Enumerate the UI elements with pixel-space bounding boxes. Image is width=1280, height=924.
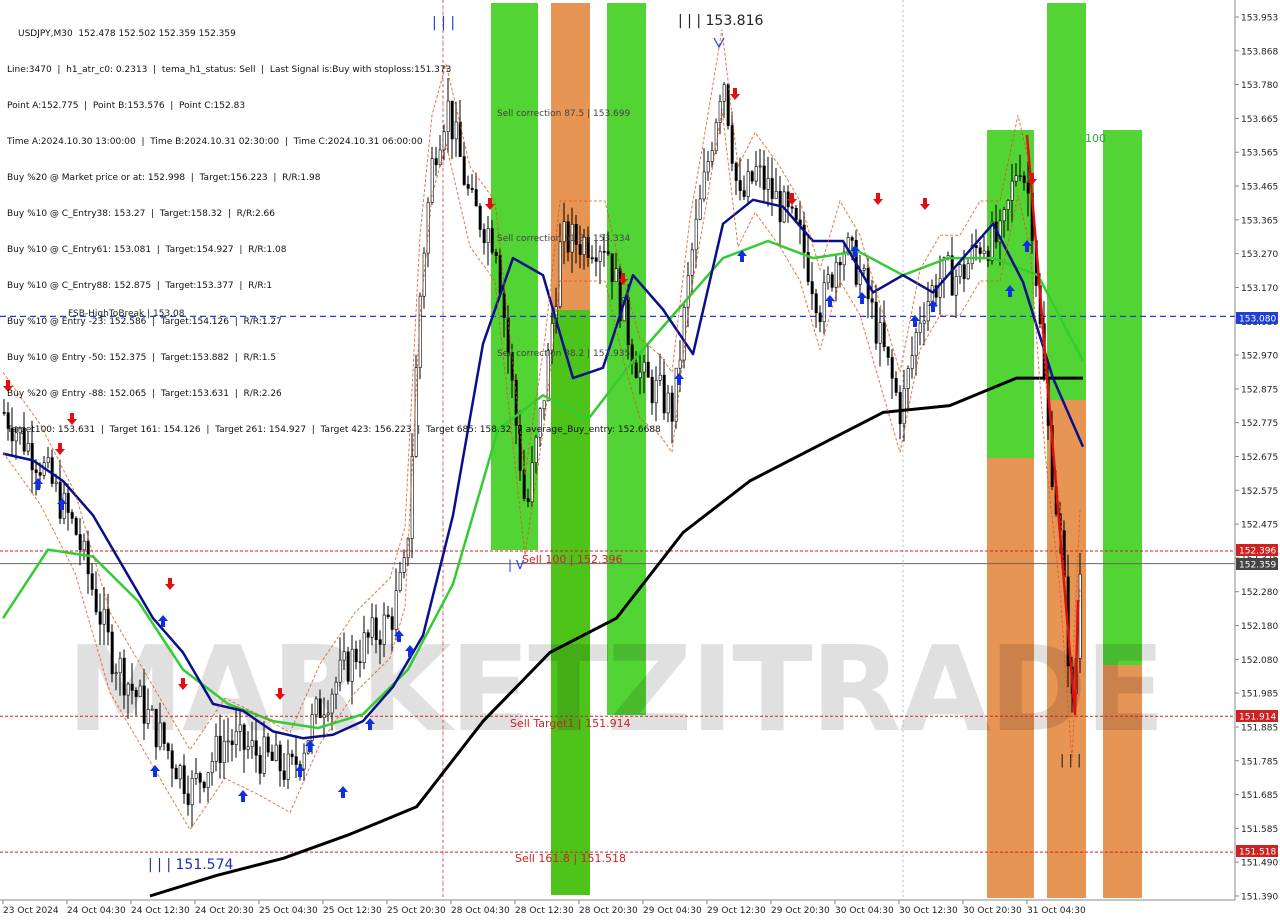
y-tick-label: 151.585 bbox=[1241, 825, 1278, 835]
price-badge: 153.080 bbox=[1236, 312, 1278, 325]
x-tick-label: 24 Oct 12:30 bbox=[131, 906, 190, 916]
signal-zone bbox=[1103, 130, 1142, 665]
y-tick-label: 151.985 bbox=[1241, 690, 1278, 700]
x-tick-label: 29 Oct 04:30 bbox=[643, 906, 702, 916]
chart-annotation: Sell correction 87.5 | 153.699 bbox=[497, 109, 630, 119]
chart-container: MARKETZITRADE FSB-HighToBreak | 153.08 Se… bbox=[0, 0, 1280, 920]
x-tick-label: 28 Oct 20:30 bbox=[579, 906, 638, 916]
chart-annotation: FSB-HighToBreak | 153.08 bbox=[68, 309, 185, 319]
y-tick-label: 152.875 bbox=[1241, 385, 1278, 395]
candle bbox=[682, 302, 686, 369]
watermark-text: MARKETZITRADE bbox=[67, 620, 1164, 758]
y-tick-label: 151.785 bbox=[1241, 757, 1278, 767]
price-badge-label: 151.518 bbox=[1239, 848, 1276, 858]
chart-annotation: Sell 100 | 152.396 bbox=[522, 553, 623, 566]
signal-zone bbox=[1047, 3, 1086, 400]
y-tick-label: 152.575 bbox=[1241, 487, 1278, 497]
x-tick-label: 25 Oct 04:30 bbox=[259, 906, 318, 916]
y-tick-label: 151.885 bbox=[1241, 723, 1278, 733]
chart-annotation: | V bbox=[508, 558, 525, 572]
y-tick-label: 153.665 bbox=[1241, 115, 1278, 125]
y-tick-label: 152.080 bbox=[1241, 656, 1278, 666]
candle bbox=[74, 516, 78, 536]
y-tick-label: 152.180 bbox=[1241, 622, 1278, 632]
price-badge: 151.518 bbox=[1236, 845, 1278, 858]
signal-zone bbox=[551, 310, 590, 895]
price-badge: 152.396 bbox=[1236, 544, 1278, 557]
candle bbox=[346, 646, 350, 685]
x-tick-label: 23 Oct 2024 bbox=[3, 906, 59, 916]
x-tick-label: 31 Oct 04:30 bbox=[1027, 906, 1086, 916]
chart-annotation: | | | 153.816 bbox=[678, 13, 763, 29]
x-tick-label: 28 Oct 12:30 bbox=[515, 906, 574, 916]
price-badge-label: 152.396 bbox=[1239, 547, 1276, 557]
candle bbox=[110, 624, 114, 683]
price-badge-label: 152.359 bbox=[1239, 561, 1276, 571]
x-tick-label: 30 Oct 04:30 bbox=[835, 906, 894, 916]
x-tick-label: 25 Oct 20:30 bbox=[387, 906, 446, 916]
y-tick-label: 152.475 bbox=[1241, 521, 1278, 531]
y-tick-label: 153.953 bbox=[1241, 14, 1278, 24]
chart-annotation: Sell Target1 | 151.914 bbox=[510, 717, 631, 730]
y-tick-label: 153.270 bbox=[1241, 250, 1278, 260]
y-tick-label: 153.565 bbox=[1241, 149, 1278, 159]
y-tick-label: 153.780 bbox=[1241, 81, 1278, 91]
y-tick-label: 153.365 bbox=[1241, 216, 1278, 226]
chart-annotation: | | | 151.574 bbox=[148, 857, 233, 873]
y-tick-label: 152.970 bbox=[1241, 352, 1278, 362]
x-tick-label: 29 Oct 12:30 bbox=[707, 906, 766, 916]
price-badge-label: 153.080 bbox=[1239, 315, 1276, 325]
y-tick-label: 153.465 bbox=[1241, 183, 1278, 193]
price-badge: 152.359 bbox=[1236, 558, 1278, 571]
y-tick-label: 152.675 bbox=[1241, 453, 1278, 463]
x-tick-label: 30 Oct 20:30 bbox=[963, 906, 1022, 916]
price-badge-label: 151.914 bbox=[1239, 713, 1276, 723]
chart-annotation: Sell correction 61.8 | 153.334 bbox=[497, 234, 630, 244]
x-tick-label: 24 Oct 04:30 bbox=[67, 906, 126, 916]
y-tick-label: 151.390 bbox=[1241, 893, 1278, 903]
y-tick-label: 151.685 bbox=[1241, 791, 1278, 801]
chart-annotation: Sell correction 38.2 | 152.935 bbox=[497, 349, 630, 359]
x-tick-label: 30 Oct 12:30 bbox=[899, 906, 958, 916]
x-tick-label: 25 Oct 12:30 bbox=[323, 906, 382, 916]
x-tick-label: 29 Oct 20:30 bbox=[771, 906, 830, 916]
price-badge: 151.914 bbox=[1236, 710, 1278, 723]
chart-annotation: Sell 161.8 | 151.518 bbox=[515, 852, 626, 865]
x-tick-label: 24 Oct 20:30 bbox=[195, 906, 254, 916]
candlestick-chart: MARKETZITRADE FSB-HighToBreak | 153.08 Se… bbox=[0, 0, 1280, 920]
y-tick-label: 152.775 bbox=[1241, 419, 1278, 429]
chart-annotation: 100 bbox=[1085, 132, 1106, 145]
chart-annotation: | | | bbox=[432, 15, 455, 31]
y-tick-label: 151.490 bbox=[1241, 859, 1278, 869]
x-tick-label: 28 Oct 04:30 bbox=[451, 906, 510, 916]
y-tick-label: 153.868 bbox=[1241, 47, 1278, 57]
y-tick-label: 153.170 bbox=[1241, 284, 1278, 294]
y-tick-label: 152.280 bbox=[1241, 588, 1278, 598]
chart-annotation: | | | bbox=[1060, 753, 1081, 768]
